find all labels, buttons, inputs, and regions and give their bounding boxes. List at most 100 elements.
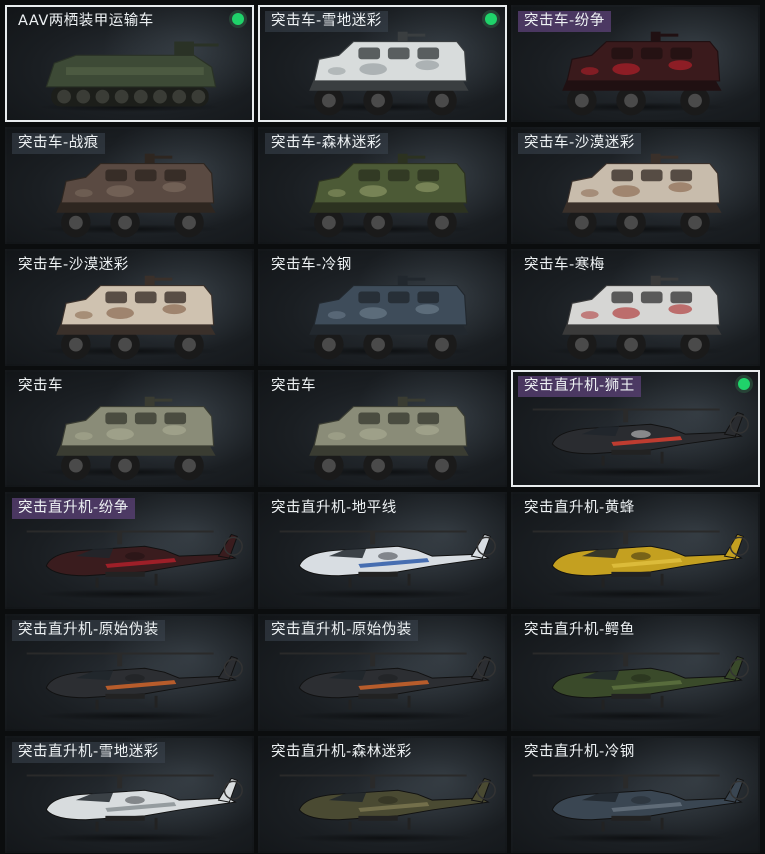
- window: [640, 47, 663, 60]
- skin-card[interactable]: 突击直升机-森林迷彩: [258, 735, 507, 853]
- assault-vehicle-icon: [562, 31, 722, 116]
- skin-card[interactable]: 突击车-雪地迷彩: [258, 5, 507, 122]
- window: [134, 412, 157, 425]
- skin-card[interactable]: 突击车: [258, 370, 507, 488]
- window: [611, 291, 634, 303]
- assault-vehicle-icon: [309, 275, 469, 359]
- window: [164, 291, 187, 303]
- skin-card[interactable]: 突击直升机-鳄鱼: [511, 613, 760, 731]
- skin-card[interactable]: 突击直升机-原始伪装: [5, 613, 254, 731]
- vehicle-body: [60, 284, 215, 326]
- window: [417, 412, 440, 425]
- skin-card[interactable]: 突击车-战痕: [5, 126, 254, 244]
- skin-name: 突击直升机-雪地迷彩: [12, 741, 165, 763]
- window: [358, 169, 381, 182]
- weapon-pylon: [611, 572, 651, 577]
- vehicle-body: [313, 40, 468, 82]
- window: [387, 169, 410, 182]
- window: [670, 47, 693, 60]
- attack-helicopter-icon: [279, 530, 496, 588]
- assault-vehicle-icon: [56, 397, 216, 481]
- weapon-pylon: [358, 693, 398, 699]
- turret: [144, 153, 155, 164]
- vehicle-body: [60, 406, 215, 447]
- weapon-pylon: [611, 815, 651, 821]
- vehicle-body: [566, 284, 721, 326]
- skin-name: 突击车-冷钢: [271, 256, 352, 273]
- window: [358, 412, 381, 425]
- skin-name: 突击直升机-原始伪装: [265, 619, 418, 641]
- skin-card[interactable]: 突击车: [5, 370, 254, 488]
- window: [134, 169, 157, 182]
- weapon-pylon: [611, 450, 651, 456]
- window: [164, 412, 187, 425]
- attack-helicopter-icon: [26, 530, 243, 588]
- attack-helicopter-icon: [26, 652, 243, 710]
- skin-card[interactable]: 突击车-沙漠迷彩: [5, 248, 254, 366]
- skin-card[interactable]: 突击车-纷争: [511, 5, 760, 122]
- skin-card[interactable]: 突击车-森林迷彩: [258, 126, 507, 244]
- window: [105, 291, 128, 303]
- skin-name: 突击车-沙漠迷彩: [18, 256, 129, 273]
- vehicle-body: [566, 162, 721, 204]
- window: [417, 169, 440, 182]
- turret: [650, 275, 661, 286]
- window: [670, 169, 693, 182]
- assault-vehicle-icon: [56, 153, 216, 238]
- window: [640, 169, 663, 182]
- skin-name: 突击车-战痕: [12, 132, 105, 154]
- skin-name: AAV两栖装甲运输车: [18, 13, 154, 29]
- skin-card[interactable]: 突击车-冷钢: [258, 248, 507, 366]
- skin-name: 突击直升机-森林迷彩: [271, 743, 412, 760]
- skin-card[interactable]: 突击车-寒梅: [511, 248, 760, 366]
- weapon-pylon: [105, 693, 145, 699]
- window: [611, 47, 634, 60]
- skin-name: 突击车-雪地迷彩: [265, 11, 388, 32]
- skin-name: 突击直升机-纷争: [12, 498, 135, 520]
- window: [105, 169, 128, 182]
- skin-card[interactable]: 突击直升机-地平线: [258, 492, 507, 610]
- attack-helicopter-icon: [532, 652, 749, 710]
- window: [611, 169, 634, 182]
- turret: [144, 397, 155, 407]
- weapon-pylon: [358, 572, 398, 577]
- weapon-pylon: [611, 693, 651, 699]
- window: [387, 47, 410, 60]
- skin-name: 突击车-沙漠迷彩: [518, 132, 641, 154]
- skin-card[interactable]: 突击直升机-原始伪装: [258, 613, 507, 731]
- assault-vehicle-icon: [309, 31, 469, 116]
- skin-name: 突击直升机-原始伪装: [12, 619, 165, 641]
- turret: [397, 153, 408, 164]
- window: [640, 291, 663, 303]
- skin-name: 突击车: [271, 378, 316, 395]
- attack-helicopter-icon: [532, 408, 749, 466]
- skin-card[interactable]: 突击直升机-黄蜂: [511, 492, 760, 610]
- equipped-indicator-icon: [485, 13, 497, 25]
- weapon-pylon: [105, 572, 145, 577]
- weapon-pylon: [358, 815, 398, 821]
- attack-helicopter-icon: [26, 774, 243, 832]
- skin-card[interactable]: AAV两栖装甲运输车: [5, 5, 254, 122]
- skin-card[interactable]: 突击直升机-冷钢: [511, 735, 760, 853]
- vehicle-body: [313, 406, 468, 447]
- window: [670, 291, 693, 303]
- skin-card[interactable]: 突击直升机-狮王: [511, 370, 760, 488]
- window: [358, 291, 381, 303]
- turret: [144, 275, 155, 286]
- attack-helicopter-icon: [532, 774, 749, 832]
- equipped-indicator-icon: [232, 13, 244, 25]
- vehicle-body: [313, 162, 468, 204]
- skin-card[interactable]: 突击直升机-纷争: [5, 492, 254, 610]
- skin-card[interactable]: 突击直升机-雪地迷彩: [5, 735, 254, 853]
- skin-name: 突击直升机-鳄鱼: [524, 621, 635, 638]
- skin-card[interactable]: 突击车-沙漠迷彩: [511, 126, 760, 244]
- skin-name: 突击直升机-狮王: [518, 376, 641, 398]
- vehicle-body: [60, 162, 215, 204]
- vehicle-body: [313, 284, 468, 326]
- window: [105, 412, 128, 425]
- skin-name: 突击车-森林迷彩: [265, 132, 388, 154]
- weapon-pylon: [105, 815, 145, 821]
- window: [417, 47, 440, 60]
- skin-name: 突击车-寒梅: [524, 256, 605, 273]
- window: [387, 412, 410, 425]
